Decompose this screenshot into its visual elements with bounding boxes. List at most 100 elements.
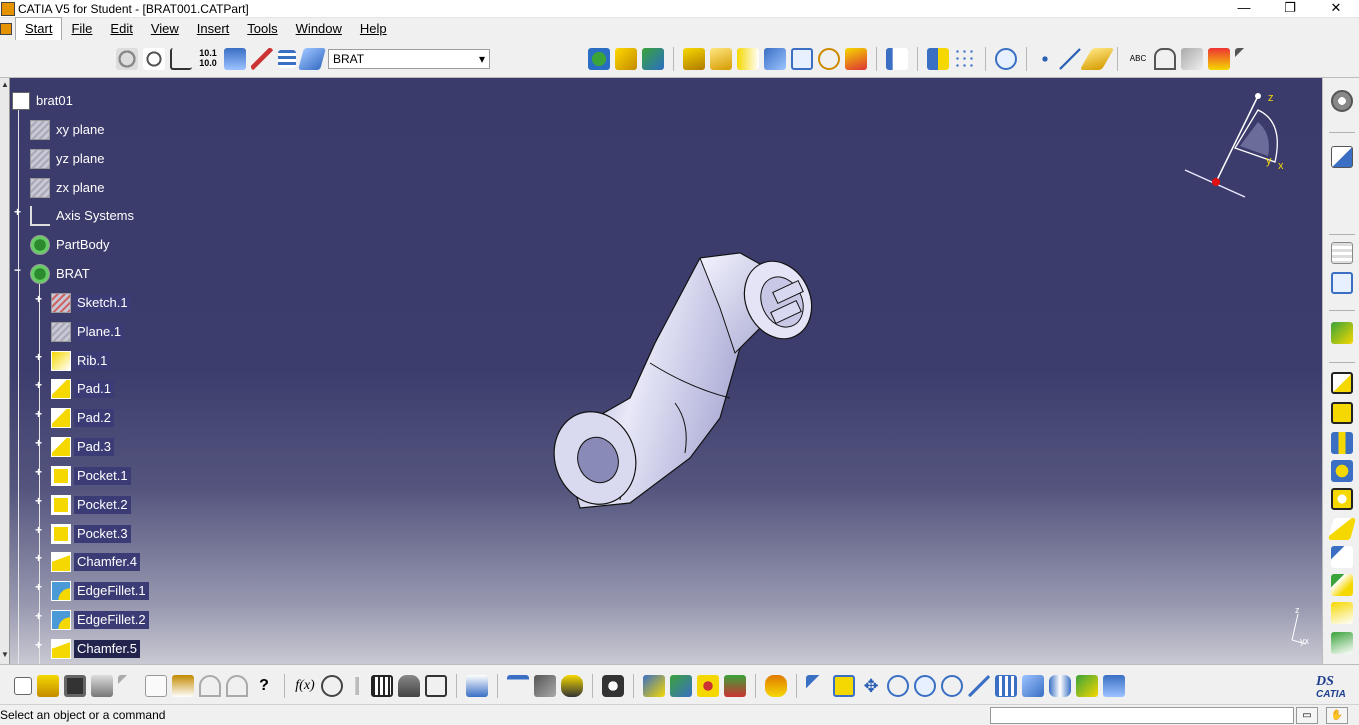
pan-icon[interactable]: ✥ [860, 675, 882, 697]
swap-visible-space-icon[interactable] [1103, 675, 1125, 697]
stack-icon[interactable] [724, 675, 746, 697]
material-icon[interactable] [1208, 48, 1230, 70]
part-3d-model[interactable] [540, 238, 830, 518]
law-icon[interactable] [425, 675, 447, 697]
tree-item-chamfer-4[interactable]: Chamfer.4 [51, 550, 140, 574]
tree-item-xy-plane[interactable]: xy plane [30, 118, 107, 142]
fit-all-in-icon[interactable] [833, 675, 855, 697]
measure-between-icon[interactable] [507, 675, 529, 697]
groove-side-icon[interactable] [1331, 460, 1353, 482]
hand-tool-icon[interactable] [765, 675, 787, 697]
stop-command-button[interactable]: ✋ [1326, 707, 1348, 724]
tree-item-partbody[interactable]: PartBody [30, 233, 112, 257]
pocket-side-icon[interactable] [1331, 402, 1353, 424]
apply-material-icon[interactable] [643, 675, 665, 697]
tree-item-edgefillet-2[interactable]: EdgeFillet.2 [51, 608, 149, 632]
3d-viewport[interactable]: brat01 xy plane yz plane zx plane + Axis… [10, 78, 1322, 664]
shaft-tool-icon[interactable] [737, 48, 759, 70]
cut-icon[interactable] [118, 675, 140, 697]
zoom-out-icon[interactable] [941, 675, 963, 697]
table-icon[interactable] [1331, 242, 1353, 264]
tree-item-sketch-1[interactable]: Sketch.1 [51, 291, 131, 315]
minimize-button[interactable]: — [1221, 0, 1267, 18]
expand-plus-icon[interactable]: + [35, 408, 44, 420]
menu-start[interactable]: Start [15, 17, 63, 41]
tree-item-pad-1[interactable]: Pad.1 [51, 377, 114, 401]
expand-plus-icon[interactable]: + [35, 639, 44, 651]
pattern-icon[interactable] [954, 48, 976, 70]
measure-item-icon[interactable] [534, 675, 556, 697]
pad-side-icon[interactable] [1331, 372, 1353, 394]
text-leader-icon[interactable] [1154, 48, 1176, 70]
expand-plus-icon[interactable]: + [35, 466, 44, 478]
tree-item-rib-1[interactable]: Rib.1 [51, 349, 111, 373]
body-tree-icon[interactable] [642, 48, 664, 70]
menu-window[interactable]: Window [287, 18, 351, 40]
tree-item-pad-2[interactable]: Pad.2 [51, 406, 114, 430]
formula-icon[interactable]: f(x) [294, 675, 316, 697]
plane-tool-icon[interactable] [1079, 48, 1115, 70]
tree-item-pocket-2[interactable]: Pocket.2 [51, 493, 131, 517]
menu-insert[interactable]: Insert [188, 18, 239, 40]
scroll-down-icon[interactable]: ▼ [1, 650, 9, 659]
power-input-button[interactable]: ▭ [1296, 707, 1318, 724]
maximize-button[interactable]: ❐ [1267, 0, 1313, 18]
open-folder-icon[interactable] [37, 675, 59, 697]
iso-view-icon[interactable] [1022, 675, 1044, 697]
menu-file[interactable]: File [62, 18, 101, 40]
undo-icon[interactable] [199, 675, 221, 697]
measure-inertia-icon[interactable] [561, 675, 583, 697]
expand-plus-icon[interactable]: + [35, 524, 44, 536]
gear-body-icon[interactable] [588, 48, 610, 70]
command-input[interactable] [990, 707, 1294, 724]
mirror-icon[interactable] [927, 48, 949, 70]
loft-side-icon[interactable] [1331, 602, 1353, 624]
annotation-icon[interactable]: ABC [1127, 48, 1149, 70]
multi-view-icon[interactable] [995, 675, 1017, 697]
shading-icon[interactable] [1049, 675, 1071, 697]
expand-plus-icon[interactable]: + [35, 581, 44, 593]
tree-item-pad-3[interactable]: Pad.3 [51, 435, 114, 459]
zoom-in-icon[interactable] [914, 675, 936, 697]
compass-red-handle[interactable] [1212, 178, 1220, 186]
measure-icon[interactable] [1235, 48, 1257, 70]
document-icon[interactable] [0, 23, 12, 35]
redo-icon[interactable] [226, 675, 248, 697]
expand-plus-icon[interactable]: + [35, 379, 44, 391]
copy-icon[interactable] [145, 675, 167, 697]
hide-show-icon[interactable] [1076, 675, 1098, 697]
analysis-icon[interactable] [886, 48, 908, 70]
close-button[interactable]: ✕ [1313, 0, 1359, 18]
tree-item-pocket-1[interactable]: Pocket.1 [51, 464, 131, 488]
whats-this-icon[interactable]: ? [253, 675, 275, 697]
expand-plus-icon[interactable]: + [35, 293, 44, 305]
point-icon[interactable] [1036, 50, 1054, 68]
tree-item-pocket-3[interactable]: Pocket.3 [51, 522, 131, 546]
measure-1010-icon[interactable]: 10.1 10.0 [197, 48, 219, 70]
tree-item-yz-plane[interactable]: yz plane [30, 147, 107, 171]
compass-icon[interactable]: z y x [1180, 92, 1290, 212]
menu-tools[interactable]: Tools [238, 18, 286, 40]
render-scene-icon[interactable] [670, 675, 692, 697]
rib-side-icon[interactable] [1328, 518, 1356, 540]
comment-icon[interactable] [321, 675, 343, 697]
catia-app-icon[interactable] [1, 1, 15, 16]
frame-icon[interactable] [1331, 272, 1353, 294]
expand-plus-icon[interactable]: + [14, 206, 23, 218]
remove-loft-side-icon[interactable] [1331, 632, 1353, 654]
line-icon[interactable] [1059, 48, 1081, 70]
expand-plus-icon[interactable]: + [35, 351, 44, 363]
tree-item-plane-1[interactable]: Plane.1 [51, 320, 125, 344]
grid-tool-icon[interactable] [791, 48, 813, 70]
tree-item-brat[interactable]: BRAT [30, 262, 93, 286]
collapse-minus-icon[interactable]: − [14, 264, 23, 276]
tree-root[interactable]: brat01 [12, 89, 76, 113]
pad-tool-icon[interactable] [683, 48, 705, 70]
hole-side-icon[interactable] [1331, 488, 1353, 510]
normal-view-icon[interactable] [968, 675, 990, 697]
expand-plus-icon[interactable]: + [35, 437, 44, 449]
body-select-icon[interactable] [298, 48, 326, 70]
rotate-icon[interactable] [887, 675, 909, 697]
design-table-icon[interactable] [371, 675, 393, 697]
body-combo[interactable]: BRAT ▾ [328, 49, 490, 69]
